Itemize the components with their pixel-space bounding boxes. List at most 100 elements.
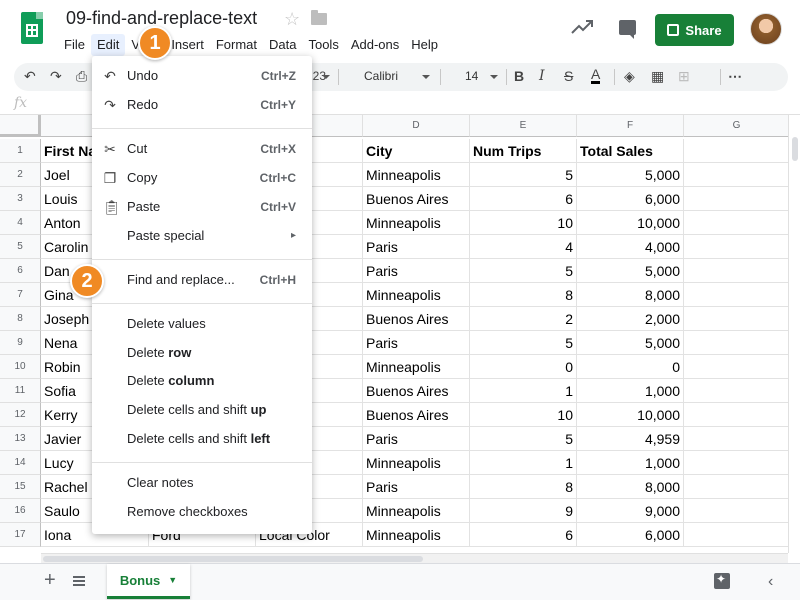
column-header[interactable]: F <box>577 115 684 137</box>
row-header[interactable]: 8 <box>0 307 41 331</box>
merge-cells-icon[interactable]: ⊞ <box>678 68 690 85</box>
menu-addons[interactable]: Add-ons <box>345 34 405 56</box>
menu-item-cut[interactable]: ✂ Cut Ctrl+X <box>92 136 312 162</box>
undo-icon[interactable]: ↶ <box>24 68 36 85</box>
column-header[interactable]: E <box>470 115 577 137</box>
font-size-select[interactable]: 14 <box>465 69 511 83</box>
table-cell[interactable] <box>684 163 790 187</box>
table-cell[interactable]: 8 <box>470 475 577 499</box>
text-color-icon[interactable]: A <box>591 67 601 84</box>
table-cell[interactable]: Buenos Aires <box>363 403 470 427</box>
menu-item-paste[interactable]: 📋︎ Paste Ctrl+V <box>92 194 312 220</box>
table-cell[interactable]: 1,000 <box>577 451 684 475</box>
menu-file[interactable]: File <box>58 34 91 56</box>
menu-format[interactable]: Format <box>210 34 263 56</box>
table-cell[interactable]: 5,000 <box>577 163 684 187</box>
row-header[interactable]: 5 <box>0 235 41 259</box>
menu-item-undo[interactable]: ↶ Undo Ctrl+Z <box>92 63 312 89</box>
row-header[interactable]: 3 <box>0 187 41 211</box>
menu-item-redo[interactable]: ↷ Redo Ctrl+Y <box>92 92 312 118</box>
menu-edit[interactable]: Edit <box>90 34 126 56</box>
table-cell[interactable]: 1 <box>470 379 577 403</box>
row-header[interactable]: 1 <box>0 139 41 163</box>
table-cell[interactable]: Minneapolis <box>363 355 470 379</box>
select-all-corner[interactable] <box>0 115 41 137</box>
table-cell[interactable]: 10 <box>470 403 577 427</box>
table-cell[interactable]: Minneapolis <box>363 163 470 187</box>
table-cell[interactable] <box>684 211 790 235</box>
menu-item-delete-column[interactable]: Delete column <box>92 368 312 394</box>
table-cell[interactable] <box>684 499 790 523</box>
table-cell[interactable]: 10,000 <box>577 211 684 235</box>
row-header[interactable]: 6 <box>0 259 41 283</box>
side-panel-collapse-icon[interactable]: ‹ <box>768 573 773 591</box>
table-cell[interactable]: 4 <box>470 235 577 259</box>
menu-tools[interactable]: Tools <box>302 34 344 56</box>
table-cell[interactable] <box>684 475 790 499</box>
share-button[interactable]: Share <box>655 14 734 46</box>
menu-item-delete-values[interactable]: Delete values <box>92 311 312 337</box>
table-cell[interactable]: 4,959 <box>577 427 684 451</box>
add-sheet-icon[interactable]: + <box>44 569 56 592</box>
menu-item-paste-special[interactable]: Paste special ▸ <box>92 223 312 249</box>
italic-icon[interactable]: I <box>539 68 545 84</box>
row-header[interactable]: 2 <box>0 163 41 187</box>
table-cell[interactable]: 5 <box>470 427 577 451</box>
vertical-scroll-thumb[interactable] <box>792 137 798 161</box>
table-cell[interactable]: 8,000 <box>577 283 684 307</box>
table-cell[interactable]: 5 <box>470 259 577 283</box>
table-cell[interactable] <box>684 523 790 547</box>
sheets-logo-icon[interactable] <box>21 12 43 44</box>
table-cell[interactable]: Buenos Aires <box>363 307 470 331</box>
menu-insert[interactable]: Insert <box>165 34 210 56</box>
menu-item-find-and-replace[interactable]: Find and replace... Ctrl+H <box>92 267 312 293</box>
table-cell[interactable]: 10,000 <box>577 403 684 427</box>
table-cell[interactable]: Paris <box>363 427 470 451</box>
bold-icon[interactable]: B <box>514 68 524 84</box>
table-cell[interactable] <box>684 139 790 163</box>
table-cell[interactable] <box>684 403 790 427</box>
menu-item-clear-notes[interactable]: Clear notes <box>92 470 312 496</box>
table-cell[interactable] <box>684 307 790 331</box>
table-cell[interactable]: Paris <box>363 475 470 499</box>
menu-data[interactable]: Data <box>263 34 302 56</box>
row-header[interactable]: 4 <box>0 211 41 235</box>
menu-item-delete-shift-up[interactable]: Delete cells and shift up <box>92 397 312 423</box>
document-title[interactable]: 09-find-and-replace-text <box>66 8 257 29</box>
row-header[interactable]: 14 <box>0 451 41 475</box>
font-family-select[interactable]: Calibri <box>364 69 444 83</box>
table-cell[interactable] <box>684 427 790 451</box>
table-cell[interactable]: Paris <box>363 259 470 283</box>
table-cell[interactable]: 4,000 <box>577 235 684 259</box>
table-cell[interactable]: 6 <box>470 523 577 547</box>
table-cell[interactable]: 9,000 <box>577 499 684 523</box>
row-header[interactable]: 16 <box>0 499 41 523</box>
table-cell[interactable]: 0 <box>470 355 577 379</box>
menu-item-remove-checkboxes[interactable]: Remove checkboxes <box>92 499 312 525</box>
vertical-scrollbar[interactable] <box>788 115 800 553</box>
sheet-tab-caret-icon[interactable]: ▼ <box>168 575 177 585</box>
redo-icon[interactable]: ↷ <box>50 68 62 85</box>
table-cell[interactable] <box>684 355 790 379</box>
menu-help[interactable]: Help <box>405 34 444 56</box>
table-cell[interactable]: 6 <box>470 187 577 211</box>
table-cell[interactable]: Paris <box>363 331 470 355</box>
table-cell[interactable]: Total Sales <box>577 139 684 163</box>
table-cell[interactable] <box>684 283 790 307</box>
table-cell[interactable]: 5 <box>470 163 577 187</box>
table-cell[interactable]: Num Trips <box>470 139 577 163</box>
table-cell[interactable]: Minneapolis <box>363 523 470 547</box>
table-cell[interactable]: 1,000 <box>577 379 684 403</box>
menu-item-copy[interactable]: ❐ Copy Ctrl+C <box>92 165 312 191</box>
table-cell[interactable]: Minneapolis <box>363 499 470 523</box>
table-cell[interactable]: Minneapolis <box>363 283 470 307</box>
table-cell[interactable]: 2 <box>470 307 577 331</box>
table-cell[interactable]: 5 <box>470 331 577 355</box>
table-cell[interactable] <box>684 451 790 475</box>
activity-trend-icon[interactable] <box>571 20 593 34</box>
horizontal-scroll-thumb[interactable] <box>43 556 423 562</box>
fill-color-icon[interactable]: ◈ <box>624 68 635 85</box>
table-cell[interactable] <box>684 187 790 211</box>
table-cell[interactable]: 5,000 <box>577 331 684 355</box>
row-header[interactable]: 12 <box>0 403 41 427</box>
